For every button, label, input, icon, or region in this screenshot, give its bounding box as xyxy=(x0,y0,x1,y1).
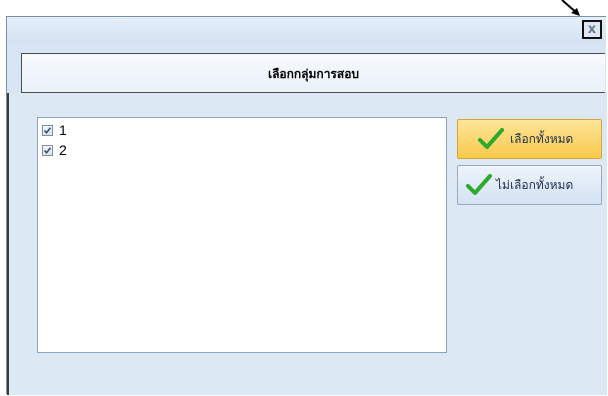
header-title: เลือกกลุ่มการสอบ xyxy=(267,67,360,81)
check-icon xyxy=(478,128,504,149)
select-all-label: เลือกทั้งหมด xyxy=(510,131,574,146)
checkbox[interactable] xyxy=(42,124,53,136)
list-item[interactable]: 1 xyxy=(42,122,67,138)
checkmark-icon xyxy=(43,126,52,134)
exam-group-list[interactable]: 1 2 xyxy=(37,117,447,353)
checkbox[interactable] xyxy=(42,144,53,156)
deselect-all-button[interactable]: ไม่เลือกทั้งหมด xyxy=(457,165,602,205)
close-button[interactable]: x xyxy=(582,20,602,39)
close-icon: x xyxy=(587,22,597,37)
select-all-button[interactable]: เลือกทั้งหมด xyxy=(457,119,602,159)
dialog-window: x เลือกกลุ่มการสอบ 1 2 เลือกทั้งหมด ไม่เ… xyxy=(6,16,607,395)
list-item-label: 1 xyxy=(59,122,67,138)
deselect-all-label: ไม่เลือกทั้งหมด xyxy=(496,177,574,192)
checkmark-icon xyxy=(43,146,52,154)
list-item-label: 2 xyxy=(59,142,67,158)
list-item[interactable]: 2 xyxy=(42,142,67,158)
group-header: เลือกกลุ่มการสอบ xyxy=(21,53,605,93)
title-bar: x xyxy=(7,17,606,43)
check-icon xyxy=(466,174,492,195)
